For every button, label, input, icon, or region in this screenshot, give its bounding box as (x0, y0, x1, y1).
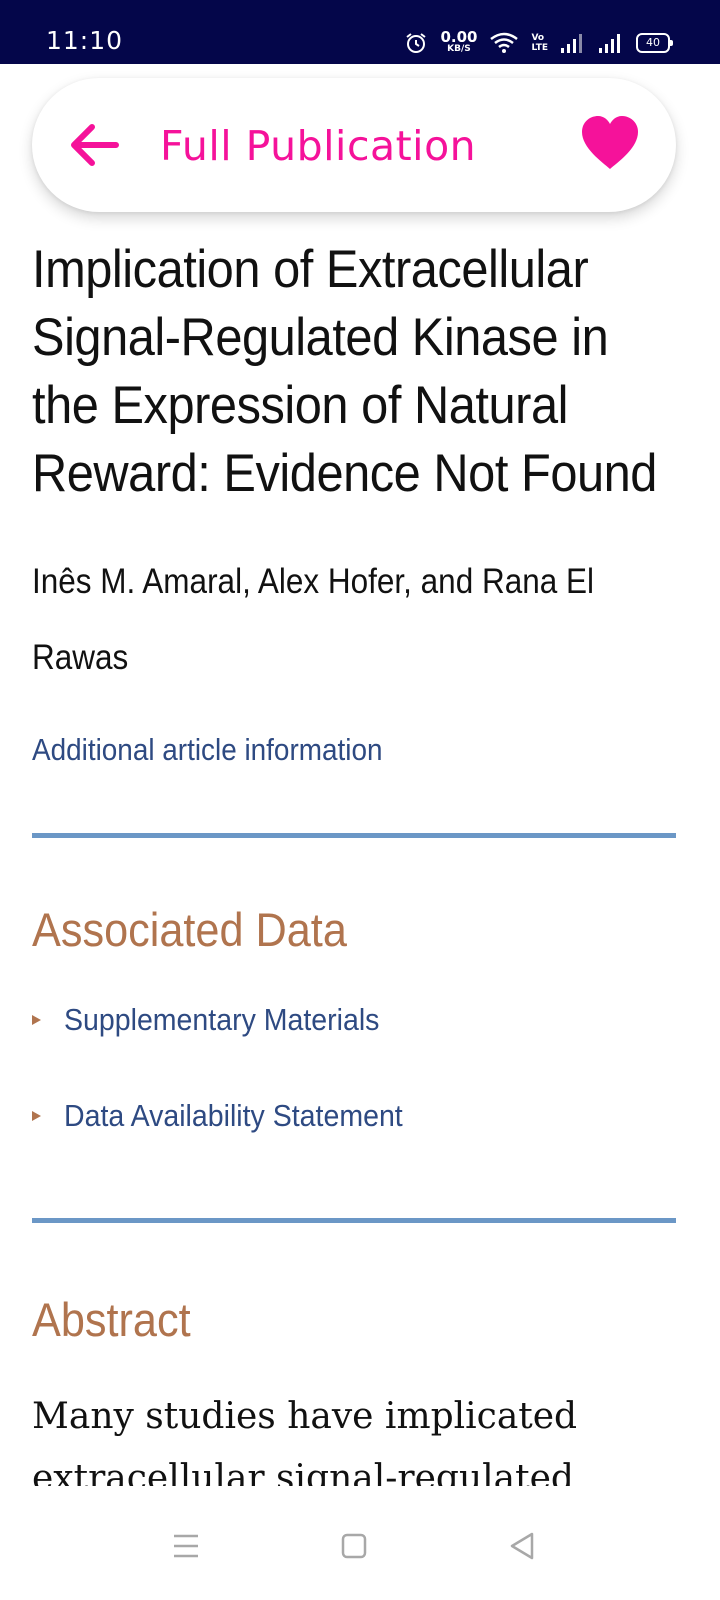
signal-icon (599, 34, 620, 53)
section-divider (32, 833, 676, 838)
assoc-item-label: Supplementary Materials (64, 1002, 380, 1037)
additional-info-link[interactable]: Additional article information (32, 732, 662, 768)
back-triangle-icon (510, 1532, 534, 1560)
arrow-left-icon (71, 124, 119, 166)
section-divider (32, 1218, 676, 1223)
menu-button[interactable] (166, 1526, 206, 1566)
favorite-button[interactable] (580, 114, 640, 172)
net-speed: 0.00 KB/S (440, 28, 478, 55)
net-speed-unit: KB/S (447, 44, 471, 54)
app-bar: Full Publication (32, 78, 676, 212)
volte-bottom: LTE (531, 43, 548, 53)
home-square-icon (341, 1533, 367, 1559)
app-title: Full Publication (160, 122, 477, 170)
signal-icon (561, 34, 582, 53)
article-title: Implication of Extracellular Signal-Regu… (32, 240, 657, 503)
home-button[interactable] (334, 1526, 374, 1566)
data-availability-link[interactable]: Data Availability Statement (32, 1098, 432, 1134)
nav-back-button[interactable] (502, 1526, 542, 1566)
system-nav-bar (0, 1488, 720, 1600)
status-icons: 0.00 KB/S Vo LTE 40 (404, 26, 673, 60)
associated-data-heading: Associated Data (32, 903, 347, 956)
heart-icon (582, 116, 638, 169)
supplementary-materials-link[interactable]: Supplementary Materials (32, 1002, 407, 1038)
expand-triangle-icon (32, 1015, 41, 1025)
abstract-text: Many studies have implicated extracellul… (32, 1396, 578, 1486)
volte-top: Vo (531, 33, 545, 43)
abstract-heading: Abstract (32, 1293, 191, 1346)
alarm-icon (406, 33, 427, 53)
article-authors: Inês M. Amaral, Alex Hofer, and Rana El … (32, 562, 595, 677)
status-time: 11:10 (46, 26, 124, 55)
net-speed-value: 0.00 (440, 28, 478, 46)
wifi-icon (490, 32, 519, 53)
volte-indicator: Vo LTE (531, 33, 548, 53)
expand-triangle-icon (32, 1111, 41, 1121)
status-bar: 11:10 0.00 KB/S Vo LTE 40 (0, 0, 720, 64)
back-button[interactable] (66, 118, 122, 172)
menu-icon (174, 1534, 198, 1558)
assoc-item-label: Data Availability Statement (64, 1098, 403, 1133)
article-header: Implication of Extracellular Signal-Regu… (32, 230, 682, 768)
battery-icon: 40 (636, 33, 673, 53)
